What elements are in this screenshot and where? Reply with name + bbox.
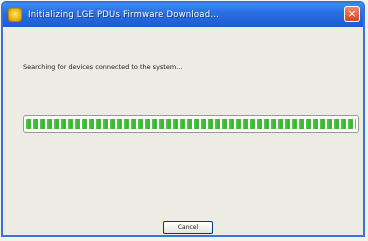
title-bar[interactable]: Initializing LGE PDUs Firmware Download.…: [3, 3, 363, 27]
status-message: Searching for devices connected to the s…: [23, 63, 183, 71]
progress-fill: [26, 119, 356, 129]
progress-bar: [23, 115, 359, 133]
close-icon[interactable]: ×: [344, 6, 360, 22]
cancel-button[interactable]: Cancel: [163, 221, 213, 234]
firmware-download-dialog: Initializing LGE PDUs Firmware Download.…: [1, 1, 365, 237]
window-title: Initializing LGE PDUs Firmware Download.…: [28, 10, 220, 20]
app-icon: [8, 8, 22, 22]
